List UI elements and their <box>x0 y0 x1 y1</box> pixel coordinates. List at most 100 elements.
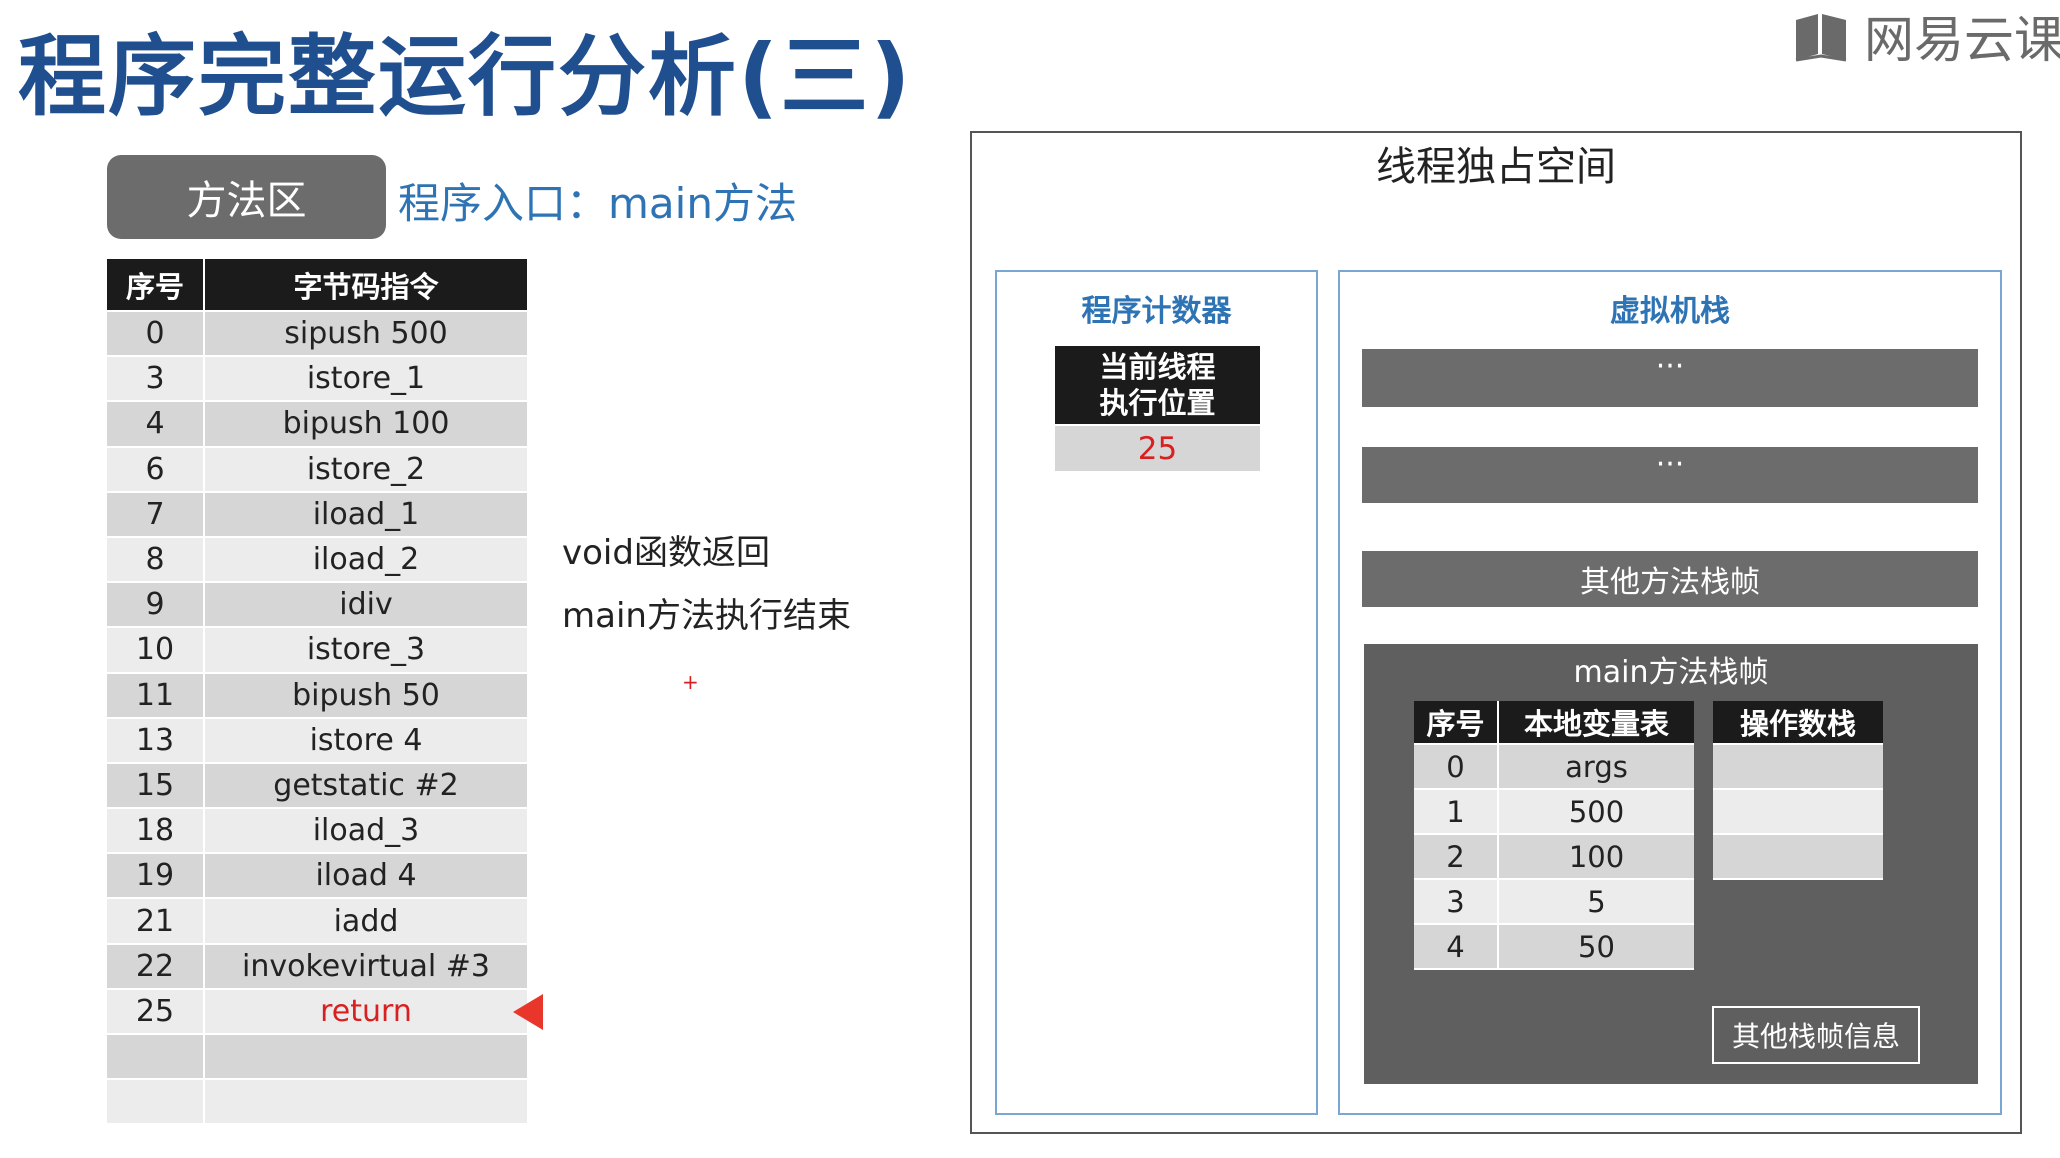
row-instruction: iadd <box>333 903 399 939</box>
row-instruction: sipush 500 <box>284 316 448 352</box>
note-main-end: main方法执行结束 <box>562 596 851 636</box>
table-row-current: 25 return <box>107 989 527 1035</box>
table-row: 0 sipush 500 <box>107 312 527 358</box>
row-index: 22 <box>107 944 205 988</box>
main-frame-title: main方法栈帧 <box>1573 655 1769 690</box>
row-index: 18 <box>107 809 205 853</box>
lv-index: 4 <box>1414 925 1499 968</box>
bytecode-table: 序号 字节码指令 0 sipush 500 3 istore_1 4 bipush 1… <box>107 259 527 1126</box>
row-instruction <box>205 1080 527 1123</box>
row-index: 13 <box>107 718 205 762</box>
table-row: 9 idiv <box>107 583 527 629</box>
lv-index: 3 <box>1414 880 1499 923</box>
table-row: 21 iadd <box>107 899 527 945</box>
table-row: 7 iload_1 <box>107 492 527 538</box>
lv-row: 1 500 <box>1414 790 1694 835</box>
lv-value: args <box>1565 749 1628 784</box>
lv-index: 0 <box>1414 745 1499 788</box>
pc-register-value: 25 <box>1055 426 1260 471</box>
row-index: 25 <box>107 989 205 1033</box>
operand-stack-table: 操作数栈 <box>1713 701 1883 880</box>
pc-register-header: 当前线程 执行位置 <box>1055 346 1260 424</box>
table-row: 13 istore 4 <box>107 718 527 764</box>
row-index: 11 <box>107 673 205 717</box>
pc-header-line2: 执行位置 <box>1099 386 1216 420</box>
table-row-empty <box>107 1035 527 1081</box>
row-index: 4 <box>107 402 205 446</box>
lv-row: 35 <box>1414 880 1694 925</box>
table-row: 18 iload_3 <box>107 809 527 855</box>
lv-value: 5 <box>1587 884 1606 919</box>
table-header: 序号 字节码指令 <box>107 259 527 312</box>
row-instruction: iload_3 <box>312 813 420 849</box>
operand-stack-header: 操作数栈 <box>1713 701 1883 745</box>
row-instruction: istore_3 <box>306 632 426 668</box>
row-index: 6 <box>107 447 205 491</box>
table-row: 11 bipush 50 <box>107 673 527 719</box>
pc-register-title: 程序计数器 <box>1081 294 1232 329</box>
lv-index: 2 <box>1414 835 1499 878</box>
entry-label: 程序入口：main方法 <box>398 179 797 228</box>
table-row: 19 iload 4 <box>107 854 527 900</box>
triangle-pointer-icon <box>513 994 543 1030</box>
page-title: 程序完整运行分析(三) <box>18 25 913 128</box>
row-instruction-current: return <box>320 993 412 1029</box>
lv-value: 500 <box>1568 794 1625 829</box>
stack-frame-other: 其他方法栈帧 <box>1362 551 1978 607</box>
stack-frame: ··· <box>1362 349 1978 407</box>
stack-frame: ··· <box>1362 447 1978 503</box>
table-row-empty <box>107 1080 527 1126</box>
header-index: 序号 <box>107 259 205 310</box>
table-row: 3 istore_1 <box>107 357 527 403</box>
lv-row: 0 args <box>1414 745 1694 790</box>
row-index: 15 <box>107 763 205 808</box>
table-row: 22 invokevirtual #3 <box>107 944 527 990</box>
header-instruction: 字节码指令 <box>293 269 439 304</box>
vm-stack-title: 虚拟机栈 <box>1610 294 1730 329</box>
table-row: 6 istore_2 <box>107 447 527 493</box>
operand-stack-slot <box>1713 745 1883 790</box>
row-instruction: bipush 50 <box>292 677 440 713</box>
row-instruction: invokevirtual #3 <box>242 948 490 984</box>
row-instruction: bipush 100 <box>282 406 450 442</box>
row-instruction: iload_2 <box>312 542 420 578</box>
row-instruction: istore 4 <box>309 722 423 758</box>
lv-value: 50 <box>1578 929 1615 964</box>
logo-text: 网易云课 <box>1864 11 2060 69</box>
table-row: 15 getstatic #2 <box>107 763 527 810</box>
row-instruction: idiv <box>339 587 393 623</box>
row-index: 7 <box>107 492 205 536</box>
table-row: 4 bipush 100 <box>107 402 527 448</box>
lv-value: 100 <box>1568 839 1625 874</box>
local-variable-table: 序号 本地变量表 0 args 1 500 2 100 35 4 50 <box>1414 701 1694 970</box>
lv-row: 2 100 <box>1414 835 1694 880</box>
row-instruction <box>205 1035 527 1078</box>
row-instruction: iload_1 <box>312 496 420 532</box>
row-index: 19 <box>107 854 205 898</box>
row-index: 3 <box>107 357 205 401</box>
row-index <box>107 1035 205 1079</box>
row-index: 8 <box>107 537 205 582</box>
row-index: 0 <box>107 312 205 356</box>
row-index <box>107 1080 205 1124</box>
table-row: 8 iload_2 <box>107 537 527 584</box>
other-frame-info: 其他栈帧信息 <box>1712 1006 1920 1064</box>
book-icon <box>1795 14 1847 62</box>
lv-header-index: 序号 <box>1414 701 1499 743</box>
row-instruction: getstatic #2 <box>273 767 459 803</box>
row-index: 10 <box>107 628 205 672</box>
cursor-mark: + <box>682 670 699 694</box>
logo: 网易云课 <box>1792 6 2060 69</box>
lv-row: 4 50 <box>1414 925 1694 970</box>
lv-index: 1 <box>1414 790 1499 833</box>
row-instruction: istore_2 <box>306 451 426 487</box>
row-index: 9 <box>107 583 205 627</box>
row-index: 21 <box>107 899 205 943</box>
row-instruction: iload 4 <box>315 858 417 894</box>
operand-stack-slot <box>1713 835 1883 880</box>
operand-stack-slot <box>1713 790 1883 835</box>
lv-header: 序号 本地变量表 <box>1414 701 1694 745</box>
method-area-badge: 方法区 <box>107 155 386 239</box>
thread-space-title: 线程独占空间 <box>1376 144 1616 190</box>
lv-header-value: 本地变量表 <box>1523 707 1669 741</box>
